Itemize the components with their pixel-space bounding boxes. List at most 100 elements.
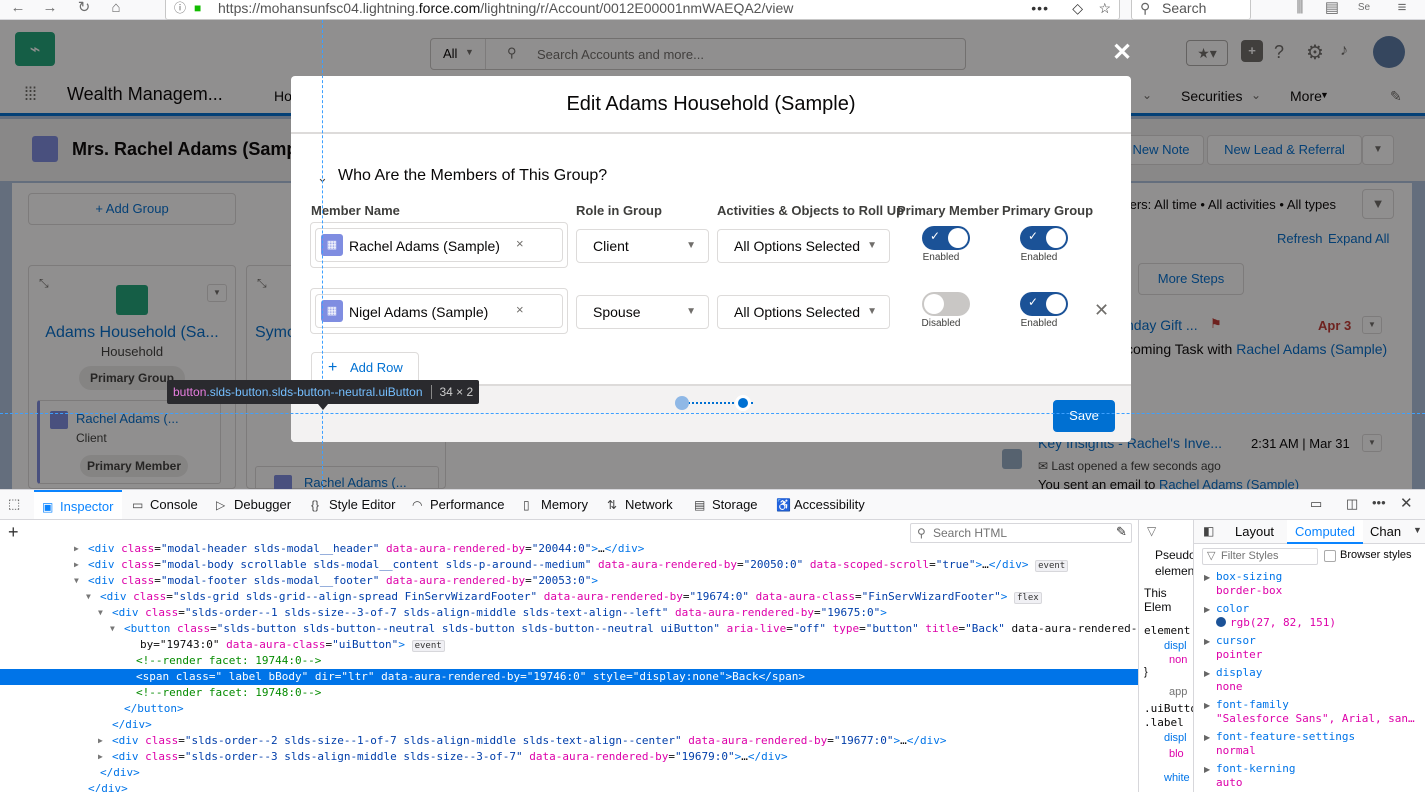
tab-memory[interactable]: ▯ Memory xyxy=(523,490,588,519)
markup-node[interactable]: </button> xyxy=(0,701,1138,717)
element-picker-icon[interactable]: ⬚ xyxy=(8,496,20,512)
markup-node[interactable]: <!--render facet: 19744:0--> xyxy=(0,653,1138,669)
markup-node[interactable]: by="19743:0" data-aura-class="uiButton">… xyxy=(0,637,1138,653)
markup-node[interactable]: ▼ <div class="slds-grid slds-grid--align-… xyxy=(0,589,1138,605)
primary-member-toggle[interactable]: ✓ xyxy=(922,226,970,250)
markup-node[interactable]: </div> xyxy=(0,717,1138,733)
page-actions-icon[interactable]: ••• xyxy=(1031,0,1049,21)
primary-member-toggle[interactable] xyxy=(922,292,970,316)
markup-node[interactable]: </div> xyxy=(0,781,1138,792)
tab-label: Performance xyxy=(430,497,505,512)
remove-member-icon[interactable]: × xyxy=(516,302,524,317)
rule-selector-2: .uiButto xyxy=(1144,702,1194,715)
pocket-icon[interactable]: ◇ xyxy=(1072,0,1083,21)
devtools-tabbar: ⬚ ▣ Inspector ▭ Console ▷ Debugger {} Style … xyxy=(0,490,1425,520)
check-icon: ✓ xyxy=(1028,295,1039,309)
tab-changes[interactable]: Chan xyxy=(1370,524,1401,539)
filter-icon[interactable]: ▽ xyxy=(1147,524,1156,538)
responsive-mode-icon[interactable]: ▭ xyxy=(1310,496,1322,512)
tab-debugger[interactable]: ▷ Debugger xyxy=(216,490,291,519)
expand-toggle-icon[interactable]: ▶ xyxy=(1204,573,1210,582)
more-options-icon[interactable]: ••• xyxy=(1372,495,1386,510)
node-markup: </button> xyxy=(124,702,184,715)
tab-computed[interactable]: Computed xyxy=(1287,520,1363,544)
delete-row-icon[interactable]: ✕ xyxy=(1094,300,1109,321)
search-icon: ⚲ xyxy=(917,526,926,540)
expand-toggle-icon[interactable]: ▶ xyxy=(1204,733,1210,742)
toggle-sidebar-icon[interactable]: ◧ xyxy=(1203,524,1214,538)
expand-toggle-icon[interactable]: ▶ xyxy=(1204,701,1210,710)
home-icon[interactable]: ⌂ xyxy=(106,0,126,18)
computed-value: none xyxy=(1216,680,1243,693)
markup-node[interactable]: <span class=" label bBody" dir="ltr" dat… xyxy=(0,669,1138,685)
tab-style-editor[interactable]: {} Style Editor xyxy=(311,490,395,519)
tab-console[interactable]: ▭ Console xyxy=(132,490,198,519)
markup-node[interactable]: ▼ <button class="slds-button slds-button-… xyxy=(0,621,1138,637)
tab-layout[interactable]: Layout xyxy=(1235,524,1274,539)
tab-accessibility[interactable]: ♿ Accessibility xyxy=(776,490,865,519)
save-button[interactable]: Save xyxy=(1053,400,1115,432)
browser-search-input[interactable]: ⚲ Search xyxy=(1131,0,1251,20)
chevron-down-icon[interactable]: ▼ xyxy=(1413,525,1422,535)
markup-node[interactable]: </div> xyxy=(0,765,1138,781)
role-select[interactable]: Spouse ▼ xyxy=(576,295,709,329)
computed-property: box-sizing xyxy=(1216,570,1283,583)
back-icon[interactable]: ← xyxy=(8,0,28,18)
remove-member-icon[interactable]: × xyxy=(516,236,524,251)
filter-styles-input[interactable]: ▽ Filter Styles xyxy=(1202,548,1318,565)
markup-node[interactable]: ▶ <div class="slds-order--2 slds-size--1-… xyxy=(0,733,1138,749)
member-lookup-field[interactable]: ▦ Nigel Adams (Sample) × xyxy=(315,294,563,328)
markup-node[interactable]: ▼ <div class="modal-footer slds-modal__fo… xyxy=(0,573,1138,589)
expand-toggle-icon[interactable]: ▶ xyxy=(1204,605,1210,614)
rollup-select[interactable]: All Options Selected ▼ xyxy=(717,229,890,263)
markup-node[interactable]: <!--render facet: 19748:0--> xyxy=(0,685,1138,701)
tab-label: Debugger xyxy=(234,497,292,512)
primary-member-state: Enabled xyxy=(922,252,960,263)
markup-node[interactable]: ▶ <div class="modal-header slds-modal__he… xyxy=(0,541,1138,557)
gauge-icon: ◠ xyxy=(412,498,423,512)
expand-toggle-icon[interactable]: ▶ xyxy=(1204,637,1210,646)
dock-icon[interactable]: ◫ xyxy=(1346,496,1358,512)
tab-inspector[interactable]: ▣ Inspector xyxy=(34,490,122,519)
extension-icon[interactable]: Se xyxy=(1354,0,1374,18)
rollup-select[interactable]: All Options Selected ▼ xyxy=(717,295,890,329)
tab-storage[interactable]: ▤ Storage xyxy=(694,490,758,519)
expand-toggle-icon[interactable]: ▶ xyxy=(1204,765,1210,774)
url-bar[interactable]: ⓘ ■ https://mohansunfsc04.lightning.forc… xyxy=(165,0,1120,20)
sidebar-icon[interactable]: ▤ xyxy=(1322,0,1342,18)
browser-styles-checkbox[interactable] xyxy=(1324,550,1336,562)
expand-toggle-icon[interactable]: ▶ xyxy=(1204,669,1210,678)
tab-network[interactable]: ⇅ Network xyxy=(607,490,673,519)
eyedropper-icon[interactable]: ✎ xyxy=(1116,524,1127,540)
markup-node[interactable]: ▶ <div class="modal-body scrollable slds-… xyxy=(0,557,1138,573)
menu-icon[interactable]: ≡ xyxy=(1392,0,1412,18)
tab-label: Storage xyxy=(712,497,758,512)
console-icon: ▭ xyxy=(132,498,144,512)
add-node-icon[interactable]: + xyxy=(8,522,19,543)
close-devtools-icon[interactable]: ✕ xyxy=(1400,494,1413,512)
infobar-tag: button xyxy=(173,385,207,399)
search-html-input[interactable]: ⚲ Search HTML xyxy=(910,523,1132,543)
member-lookup-field[interactable]: ▦ Rachel Adams (Sample) × xyxy=(315,228,563,262)
role-value: Spouse xyxy=(593,304,641,320)
info-icon[interactable]: ⓘ xyxy=(174,0,186,21)
node-badge: event xyxy=(411,640,445,652)
bookmark-star-icon[interactable]: ☆ xyxy=(1098,0,1111,21)
reload-icon[interactable]: ↻ xyxy=(74,0,94,18)
progress-step-1[interactable] xyxy=(675,396,689,410)
node-markup: <div class="modal-header slds-modal__hea… xyxy=(88,542,645,555)
forward-icon[interactable]: → xyxy=(40,0,60,18)
library-icon[interactable]: ⫼ xyxy=(1290,0,1310,18)
tab-performance[interactable]: ◠ Performance xyxy=(412,490,504,519)
tab-label: Style Editor xyxy=(329,497,396,512)
progress-step-2[interactable] xyxy=(735,395,751,411)
rule-close: } xyxy=(1144,666,1148,678)
markup-node[interactable]: ▶ <div class="slds-order--3 slds-align-mi… xyxy=(0,749,1138,765)
role-select[interactable]: Client ▼ xyxy=(576,229,709,263)
rollup-value: All Options Selected xyxy=(734,238,861,254)
markup-node[interactable]: ▼ <div class="slds-order--1 slds-size--3-… xyxy=(0,605,1138,621)
tab-label: Accessibility xyxy=(794,497,865,512)
primary-group-toggle[interactable]: ✓ xyxy=(1020,226,1068,250)
primary-group-toggle[interactable]: ✓ xyxy=(1020,292,1068,316)
close-modal-icon[interactable]: ✕ xyxy=(1112,38,1132,67)
